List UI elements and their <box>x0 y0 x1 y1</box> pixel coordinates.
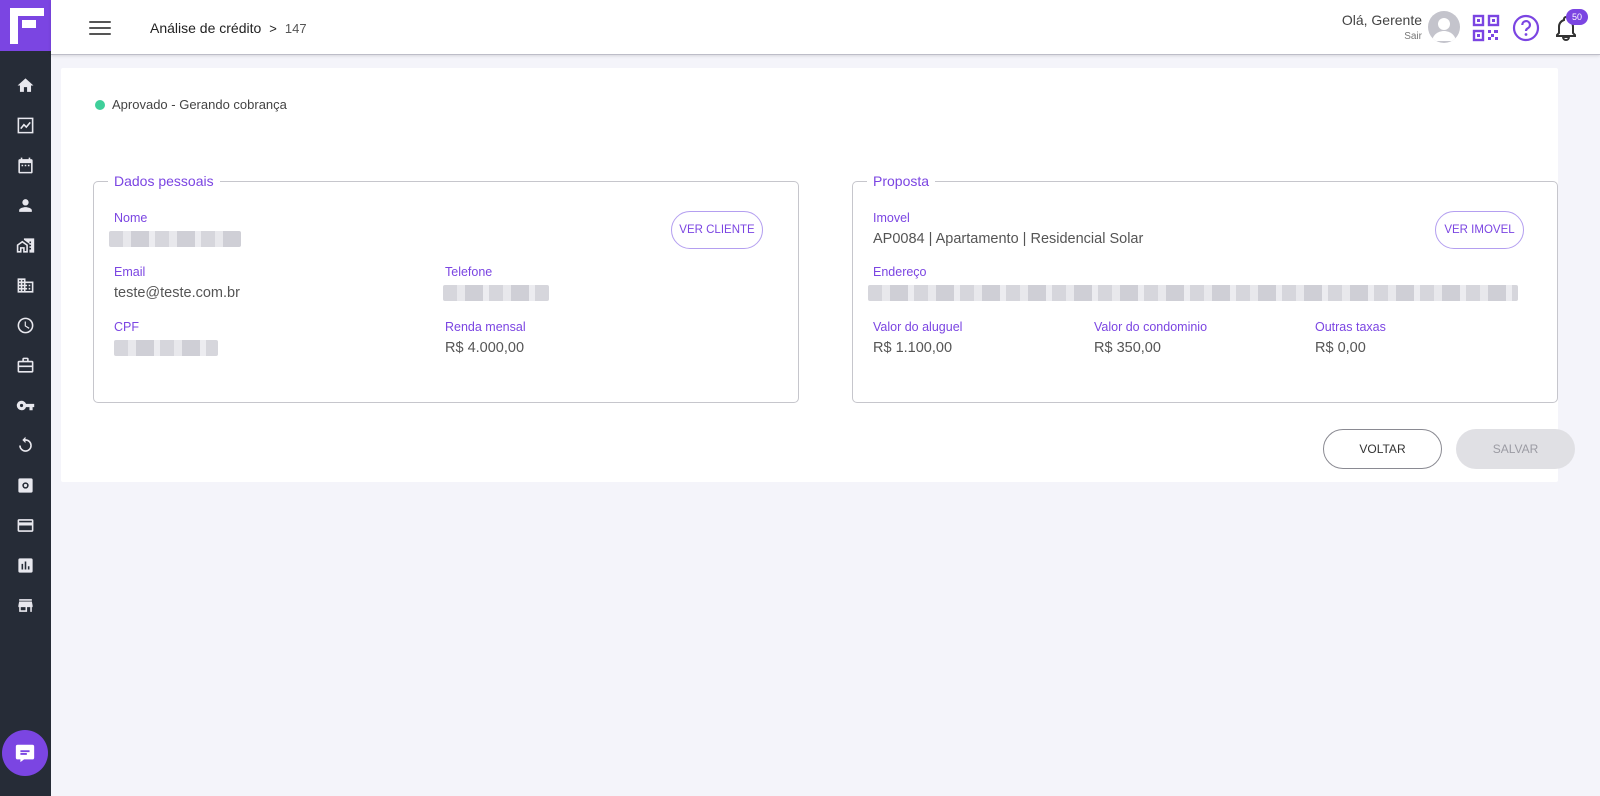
logo-icon <box>9 7 44 44</box>
sidebar-item-history[interactable] <box>0 305 51 345</box>
back-button[interactable]: VOLTAR <box>1323 429 1442 469</box>
sidebar-item-properties[interactable] <box>0 225 51 265</box>
condo-label: Valor do condominio <box>1094 320 1208 334</box>
qr-code-icon[interactable] <box>1472 14 1500 42</box>
email-value: teste@teste.com.br <box>114 285 240 301</box>
save-button[interactable]: SALVAR <box>1456 429 1575 469</box>
store-icon <box>18 598 33 612</box>
sidebar-item-dashboard[interactable] <box>0 105 51 145</box>
greeting-text: Olá, Gerente <box>1341 12 1422 28</box>
sidebar <box>0 0 51 796</box>
status-indicator: Aprovado - Gerando cobrança <box>95 97 287 112</box>
rent-value: R$ 1.100,00 <box>873 340 953 356</box>
other-fees-field: Outras taxas R$ 0,00 <box>1315 320 1386 356</box>
chat-icon <box>15 744 35 763</box>
key-icon <box>16 400 35 410</box>
sidebar-item-reports[interactable] <box>0 545 51 585</box>
sidebar-item-keys[interactable] <box>0 385 51 425</box>
trending-icon <box>17 117 34 133</box>
user-avatar-icon <box>1432 18 1456 41</box>
proposal-legend: Proposta <box>873 173 930 189</box>
rent-label: Valor do aluguel <box>873 320 963 334</box>
property-label: Imovel <box>873 211 910 225</box>
restore-icon <box>19 436 32 452</box>
personal-data-section: Dados pessoais Nome VER CLIENTE Email te… <box>93 173 799 403</box>
credit-analysis-card: Aprovado - Gerando cobrança Dados pessoa… <box>61 68 1575 482</box>
help-icon[interactable] <box>1512 14 1540 42</box>
building-icon <box>17 277 34 293</box>
sidebar-item-business[interactable] <box>0 345 51 385</box>
address-value-redacted <box>868 285 1518 301</box>
sidebar-item-settings[interactable] <box>0 465 51 505</box>
name-label: Nome <box>114 211 148 225</box>
breadcrumb-separator: > <box>269 20 277 36</box>
income-value: R$ 4.000,00 <box>445 340 525 356</box>
settings-icon <box>18 477 33 493</box>
address-label: Endereço <box>873 265 927 279</box>
other-fees-label: Outras taxas <box>1315 320 1386 334</box>
sidebar-item-calendar[interactable] <box>0 145 51 185</box>
view-client-button[interactable]: VER CLIENTE <box>671 211 763 249</box>
rent-field: Valor do aluguel R$ 1.100,00 <box>873 320 962 356</box>
income-field: Renda mensal R$ 4.000,00 <box>445 320 526 356</box>
cpf-label: CPF <box>114 320 139 334</box>
cpf-value-redacted <box>114 340 218 356</box>
menu-bar <box>89 27 111 29</box>
property-icon <box>16 237 35 253</box>
home-icon <box>17 77 34 92</box>
income-label: Renda mensal <box>445 320 526 334</box>
phone-value-redacted <box>443 285 549 301</box>
sidebar-item-store[interactable] <box>0 585 51 625</box>
top-header: Análise de crédito > 147 Olá, Gerente Sa… <box>51 0 1600 55</box>
person-icon <box>19 198 32 212</box>
other-fees-value: R$ 0,00 <box>1315 340 1366 356</box>
avatar[interactable] <box>1428 11 1460 43</box>
property-value: AP0084 | Apartamento | Residencial Solar <box>873 231 1144 247</box>
email-field: Email teste@teste.com.br <box>114 265 240 301</box>
proposal-section: Proposta Imovel AP0084 | Apartamento | R… <box>852 173 1558 403</box>
status-text: Aprovado - Gerando cobrança <box>112 97 287 112</box>
clock-icon <box>17 317 34 333</box>
email-label: Email <box>114 265 146 279</box>
phone-field: Telefone <box>443 265 549 301</box>
sidebar-item-clients[interactable] <box>0 185 51 225</box>
logout-link[interactable]: Sair <box>1342 31 1422 42</box>
menu-bar <box>89 21 111 23</box>
user-greeting: Olá, Gerente Sair <box>1342 12 1422 42</box>
status-dot <box>95 99 105 110</box>
chat-button[interactable] <box>2 730 48 776</box>
calendar-icon <box>18 157 33 173</box>
view-property-button[interactable]: VER IMOVEL <box>1435 211 1524 249</box>
menu-toggle-button[interactable] <box>89 18 111 38</box>
credit-card-icon <box>17 518 34 532</box>
menu-bar <box>89 33 111 35</box>
cpf-field: CPF <box>114 320 218 356</box>
phone-label: Telefone <box>445 265 493 279</box>
condo-value: R$ 350,00 <box>1094 340 1161 356</box>
personal-data-legend: Dados pessoais <box>114 173 214 189</box>
sidebar-item-renewals[interactable] <box>0 425 51 465</box>
sidebar-item-buildings[interactable] <box>0 265 51 305</box>
breadcrumb: Análise de crédito > 147 <box>150 20 307 36</box>
report-icon <box>18 557 33 573</box>
breadcrumb-current: 147 <box>284 20 307 36</box>
property-field: Imovel AP0084 | Apartamento | Residencia… <box>873 211 1143 247</box>
address-field: Endereço <box>868 265 1518 301</box>
notification-badge: 50 <box>1566 9 1588 25</box>
name-value-redacted <box>109 231 241 247</box>
briefcase-icon <box>17 357 34 373</box>
condo-field: Valor do condominio R$ 350,00 <box>1094 320 1207 356</box>
sidebar-item-home[interactable] <box>0 65 51 105</box>
app-logo[interactable] <box>0 0 51 51</box>
sidebar-item-payments[interactable] <box>0 505 51 545</box>
breadcrumb-section[interactable]: Análise de crédito <box>150 20 261 36</box>
name-field: Nome <box>109 211 241 247</box>
